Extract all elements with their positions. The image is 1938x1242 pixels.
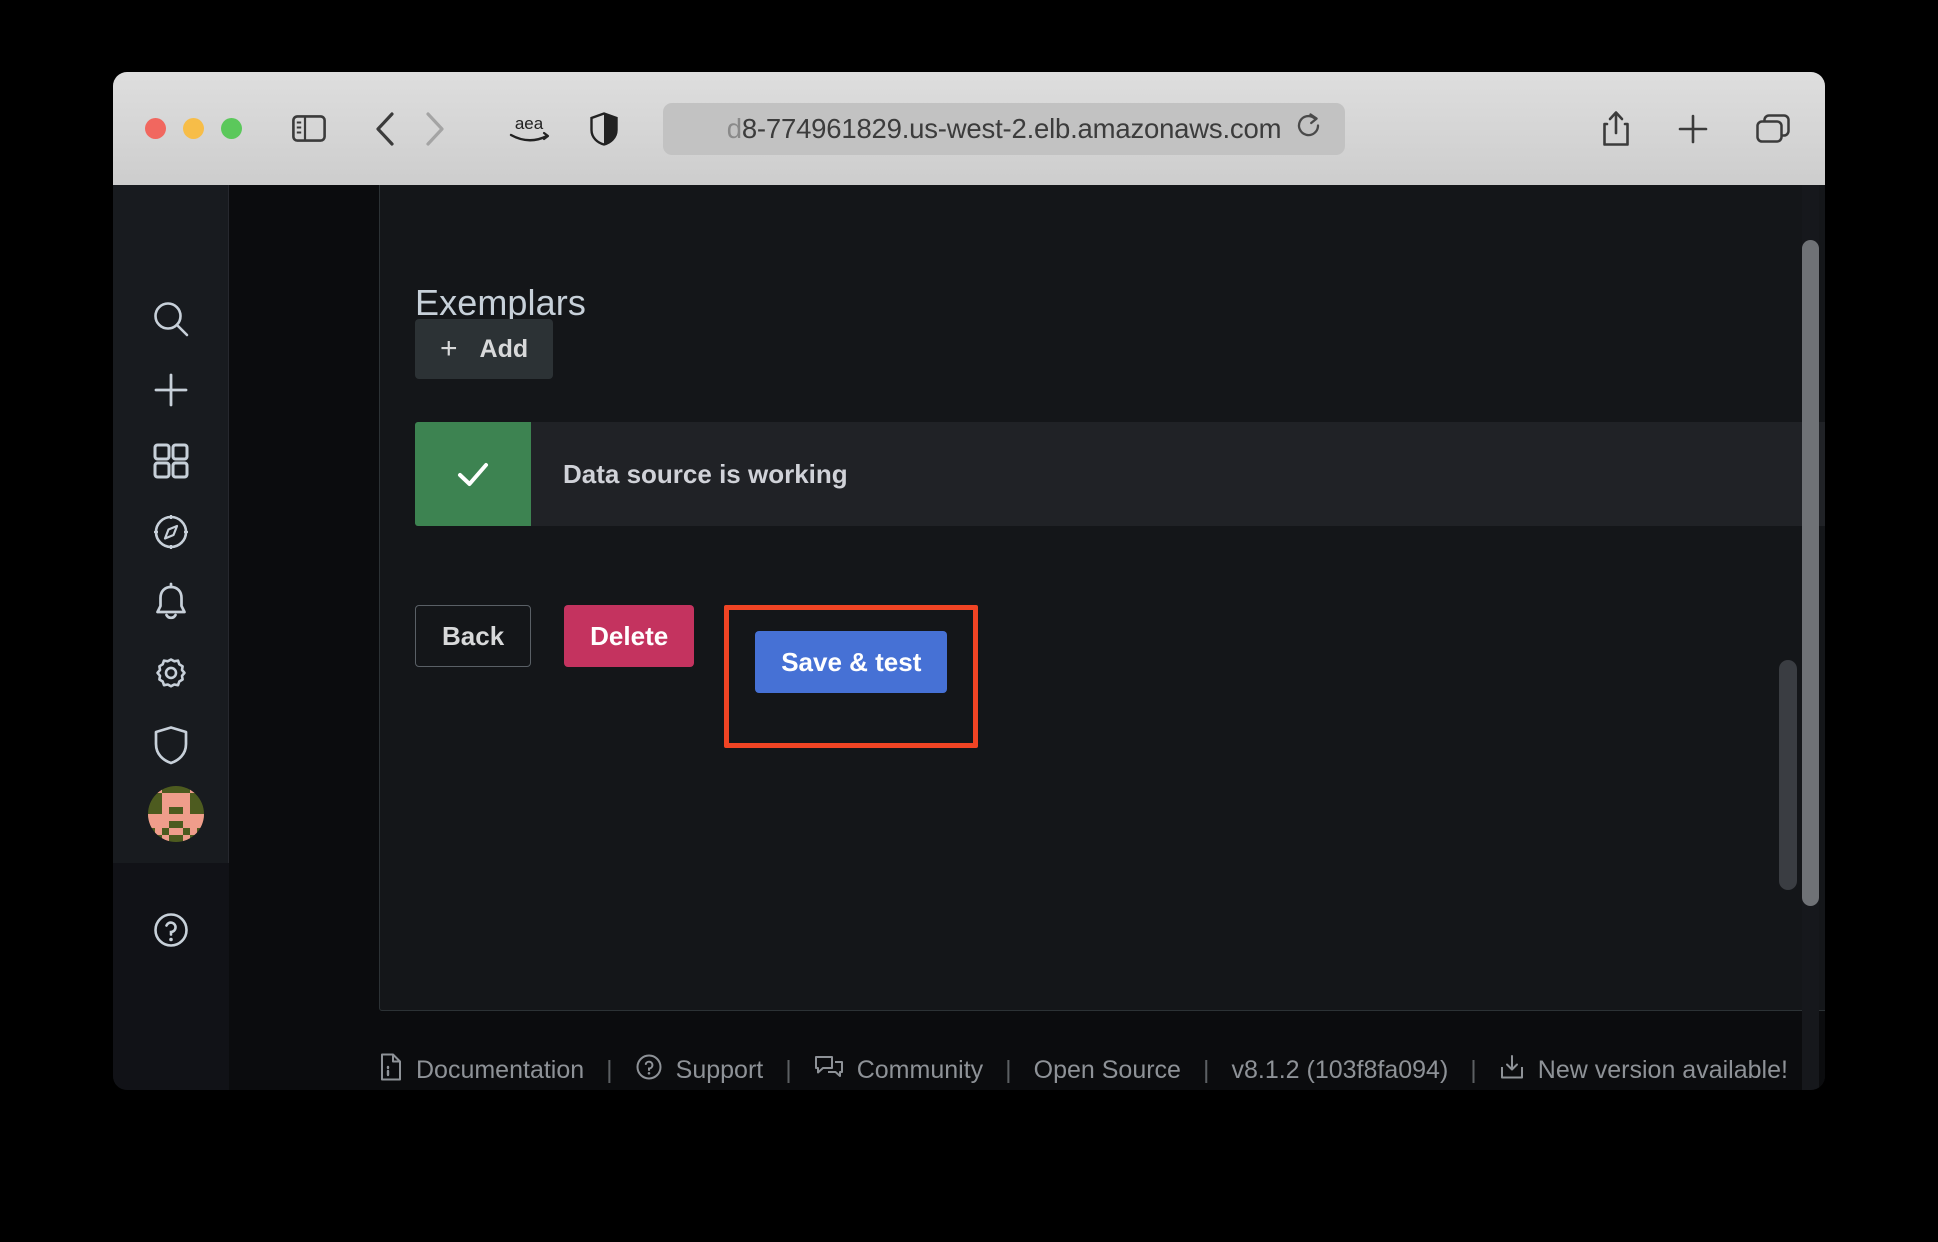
back-button[interactable]: Back [415,605,532,667]
footer-separator: | [606,1056,613,1084]
address-bar[interactable]: d8-774961829.us-west-2.elb.amazonaws.com [663,102,1345,155]
main-content: Exemplars + Add Data source is working B… [229,185,1825,1090]
help-circle-icon [150,909,192,956]
footer-separator: | [1202,1056,1210,1084]
browser-scrollbar-thumb[interactable] [1802,240,1819,906]
browser-toolbar: aea d8-774961829.us-west-2.elb.amazonaws… [113,72,1825,186]
download-icon [1499,1053,1525,1088]
footer-label-community: Community [856,1056,984,1084]
web-page-viewport: Exemplars + Add Data source is working B… [113,185,1825,1090]
shield-icon [153,724,189,771]
page-title: Exemplars [415,281,586,323]
zoom-window-button[interactable] [221,118,242,139]
sidebar-item-search[interactable] [113,289,228,353]
sidebar-item-alerting[interactable] [113,573,228,637]
form-action-buttons: Back Delete Save & test [415,605,979,748]
dashboards-icon [151,441,191,486]
sidebar-item-configuration[interactable] [113,644,228,708]
chevron-left-icon[interactable] [374,111,396,147]
grafana-sidebar [113,185,230,1090]
highlight-annotation-box: Save & test [724,605,979,748]
success-icon-badge [415,422,531,526]
footer-separator: | [785,1056,792,1084]
compass-icon [150,511,192,558]
close-window-button[interactable] [145,118,166,139]
new-tab-plus-icon[interactable] [1677,113,1709,145]
page-scrollbar-track[interactable] [1779,185,1797,1090]
gear-icon [150,653,192,700]
footer-label-documentation: Documentation [416,1056,585,1084]
footer-link-documentation[interactable]: Documentation [379,1053,584,1088]
browser-window: aea d8-774961829.us-west-2.elb.amazonaws… [113,72,1825,1090]
footer-label-version: v8.1.2 (103f8fa094) [1231,1056,1449,1084]
reload-icon[interactable] [1296,112,1323,146]
footer-link-support[interactable]: Support [635,1053,764,1088]
grafana-footer: Documentation | Support | Community | Op… [379,1053,1788,1088]
sidebar-toggle-icon[interactable] [292,115,326,142]
footer-separator: | [1005,1056,1012,1084]
chevron-right-icon[interactable] [424,111,446,147]
comments-icon [814,1053,844,1088]
tab-overview-icon[interactable] [1755,113,1791,145]
status-banner-message: Data source is working [563,458,848,489]
footer-version: v8.1.2 (103f8fa094) [1231,1056,1448,1085]
footer-link-community[interactable]: Community [814,1053,983,1088]
datasource-settings-card: Exemplars + Add Data source is working B… [379,185,1825,1011]
sidebar-item-explore[interactable] [113,502,228,566]
bell-icon [151,582,191,629]
delete-button[interactable]: Delete [564,605,695,667]
share-icon[interactable] [1601,110,1631,148]
save-and-test-button[interactable]: Save & test [755,631,948,693]
search-icon [150,298,192,345]
identicon-avatar [148,786,204,842]
minimize-window-button[interactable] [183,118,204,139]
plus-icon: + [440,332,458,365]
shield-icon[interactable] [590,111,618,146]
plus-icon [150,369,192,416]
status-banner: Data source is working [415,422,1825,526]
footer-separator: | [1470,1056,1477,1084]
amazon-logo-icon[interactable]: aea [506,111,552,147]
browser-scrollbar-track[interactable] [1802,185,1819,1090]
sidebar-item-dashboards[interactable] [113,431,228,495]
svg-text:aea: aea [515,114,544,133]
document-icon [379,1053,403,1088]
footer-link-new-version[interactable]: New version available! [1499,1053,1788,1088]
sidebar-item-create[interactable] [113,360,228,424]
footer-label-open-source: Open Source [1033,1056,1181,1084]
footer-label-new-version: New version available! [1537,1056,1788,1084]
sidebar-item-server-admin[interactable] [113,715,228,779]
check-icon [458,463,488,486]
url-text: d8-774961829.us-west-2.elb.amazonaws.com [726,112,1282,144]
add-exemplar-label: Add [479,334,529,363]
footer-link-open-source[interactable]: Open Source [1034,1056,1181,1085]
sidebar-item-help[interactable] [113,900,228,964]
add-exemplar-button[interactable]: + Add [415,319,554,379]
footer-label-support: Support [675,1056,764,1084]
window-controls [145,118,242,139]
question-circle-icon [635,1053,663,1088]
page-scrollbar-thumb[interactable] [1779,660,1797,890]
toolbar-actions [1601,110,1791,148]
user-avatar[interactable] [148,786,204,842]
